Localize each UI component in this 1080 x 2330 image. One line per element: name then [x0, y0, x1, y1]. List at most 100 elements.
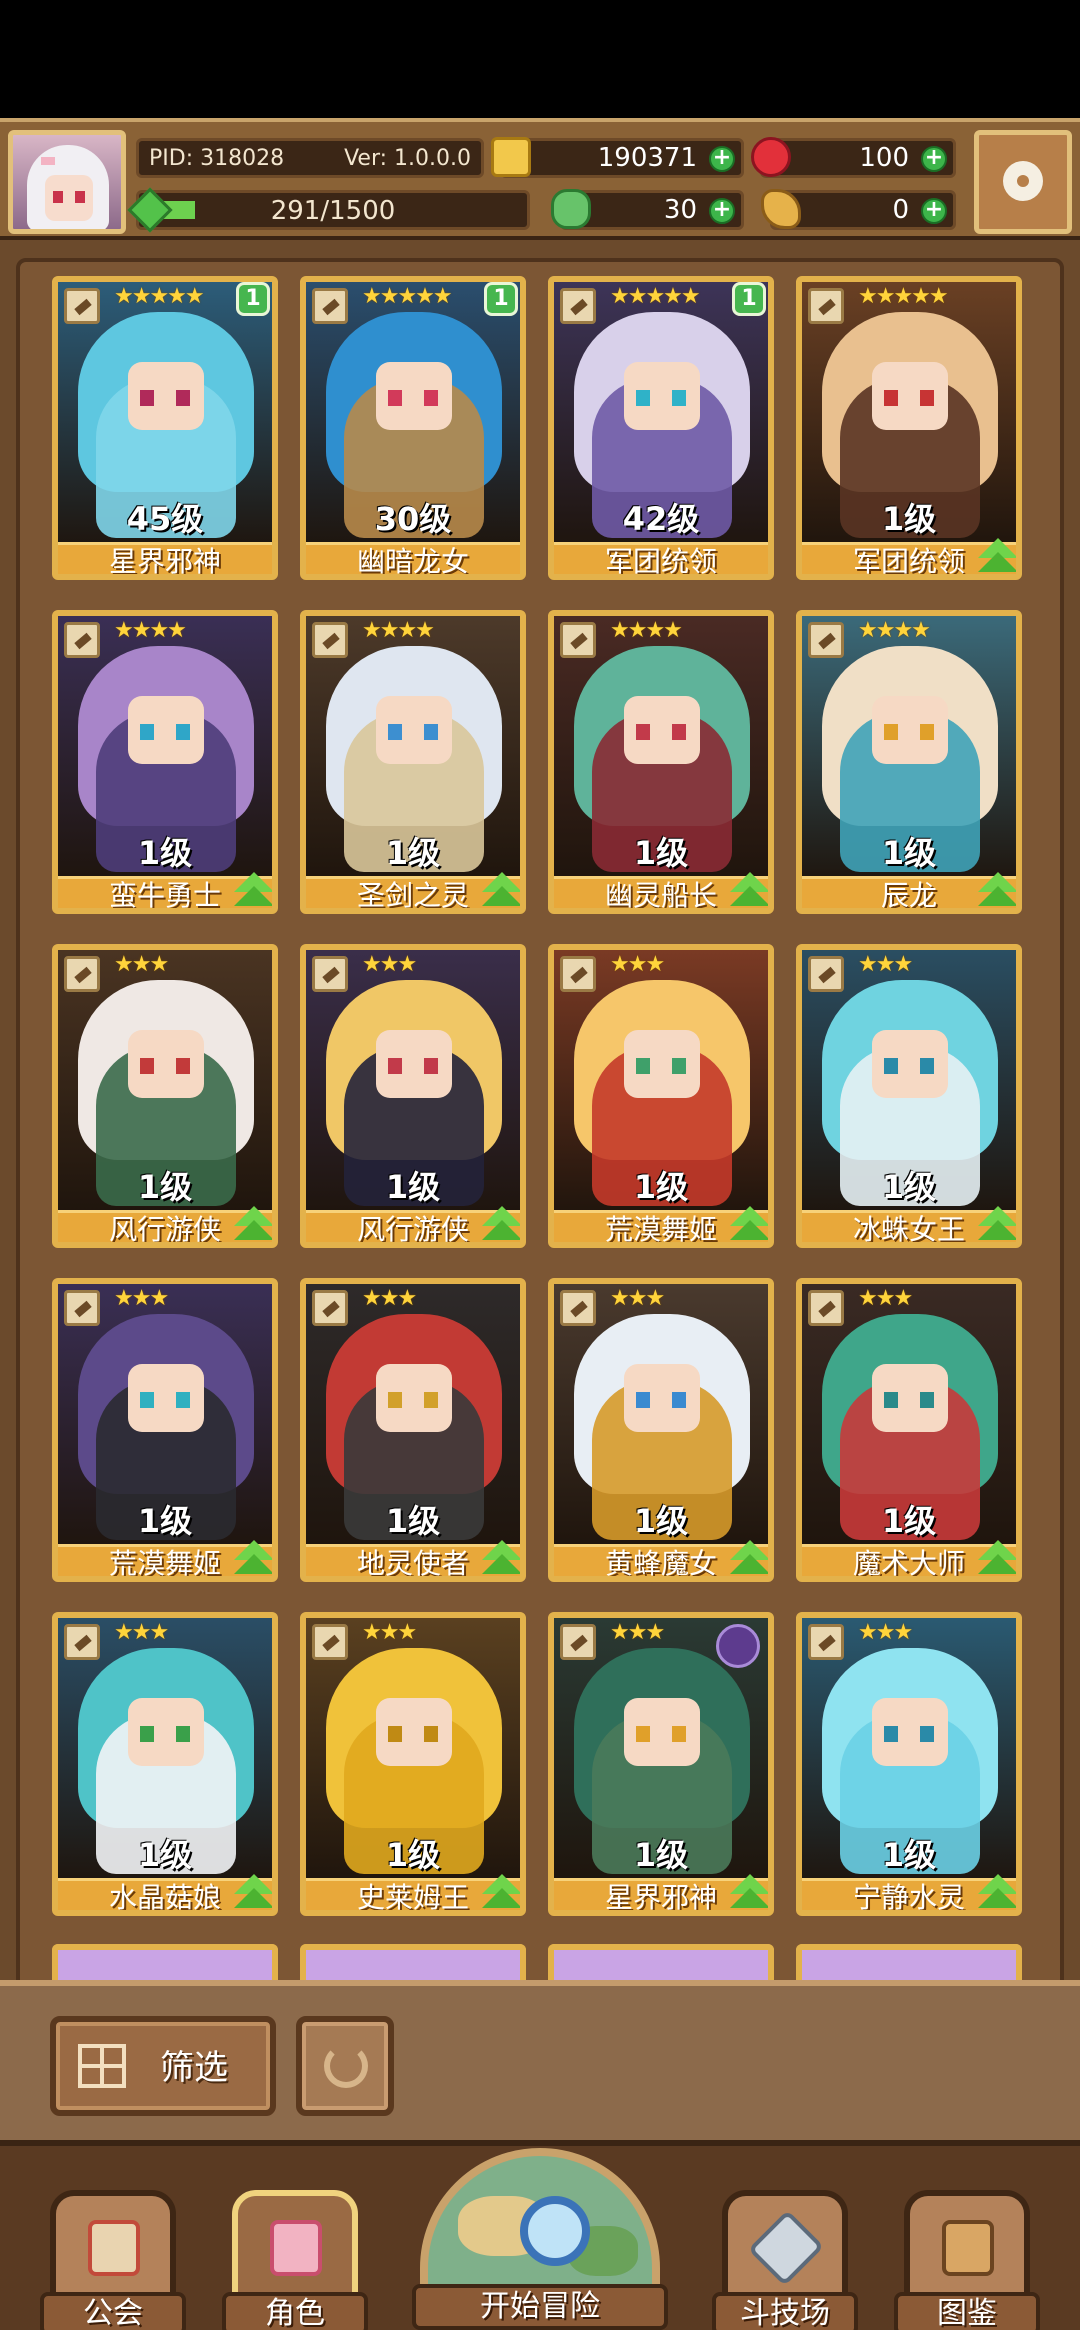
character-name: 星界邪神 — [58, 542, 272, 574]
upgrade-arrow-icon — [480, 1202, 520, 1242]
character-card[interactable]: ★★★ 1级 黄蜂魔女 — [548, 1278, 774, 1582]
character-card[interactable]: ★★★★★ 1级 军团统领 — [796, 276, 1022, 580]
weapon-type-icon — [312, 622, 348, 658]
upgrade-arrow-icon — [232, 1202, 272, 1242]
nav-character-label: 角色 — [222, 2292, 368, 2330]
weapon-type-icon — [312, 956, 348, 992]
count-badge: 1 — [484, 282, 518, 316]
star-rating: ★★★ — [362, 952, 417, 977]
weapon-type-icon — [64, 1290, 100, 1326]
grid-icon — [78, 2044, 126, 2088]
count-badge: 1 — [236, 282, 270, 316]
character-card[interactable]: ★★★★★ 1 30级幽暗龙女 — [300, 276, 526, 580]
upgrade-arrow-icon — [480, 1870, 520, 1910]
refresh-button[interactable] — [296, 2016, 394, 2116]
clover-icon — [551, 189, 591, 229]
player-avatar[interactable] — [8, 130, 126, 234]
start-adventure-button[interactable]: 开始冒险 — [412, 2142, 668, 2330]
weapon-type-icon — [560, 956, 596, 992]
character-card[interactable]: ★★★ 1级 荒漠舞姬 — [52, 1278, 278, 1582]
character-card[interactable]: ★★★★★ 1 42级 军团统领 — [548, 276, 774, 580]
character-card[interactable]: ★★★★★ 1 45级 星界邪神 — [52, 276, 278, 580]
bread-counter: 0 + — [761, 189, 956, 230]
partial-card[interactable] — [300, 1944, 526, 1980]
partial-card[interactable] — [796, 1944, 1022, 1980]
character-card[interactable]: ★★★★ 1级 幽灵船长 — [548, 610, 774, 914]
star-rating: ★★★★ — [858, 618, 931, 643]
star-rating: ★★★ — [858, 952, 913, 977]
weapon-type-icon — [808, 1290, 844, 1326]
upgrade-arrow-icon — [480, 868, 520, 908]
nav-character[interactable]: 角色 — [222, 2190, 368, 2330]
weapon-type-icon — [64, 288, 100, 324]
weapon-type-icon — [560, 622, 596, 658]
character-card[interactable]: ★★★★ 1级 辰龙 — [796, 610, 1022, 914]
gold-value: 190371 — [597, 143, 697, 173]
settings-button[interactable] — [974, 130, 1072, 234]
add-gold-button[interactable]: + — [709, 146, 735, 172]
character-card[interactable]: ★★★ 1级 荒漠舞姬 — [548, 944, 774, 1248]
star-rating: ★★★ — [610, 1286, 665, 1311]
weapon-type-icon — [808, 622, 844, 658]
partial-card[interactable] — [548, 1944, 774, 1980]
star-rating: ★★★ — [362, 1620, 417, 1645]
add-clover-button[interactable]: + — [709, 198, 735, 224]
add-gem-button[interactable]: + — [921, 146, 947, 172]
character-card[interactable]: ★★★ 1级 风行游侠 — [52, 944, 278, 1248]
upgrade-arrow-icon — [232, 868, 272, 908]
star-rating: ★★★ — [362, 1286, 417, 1311]
character-card[interactable]: ★★★ 1级 史莱姆王 — [300, 1612, 526, 1916]
star-rating: ★★★★ — [610, 618, 683, 643]
character-card[interactable]: ★★★★ 1级 圣剑之灵 — [300, 610, 526, 914]
character-card[interactable]: ★★★ 1级 星界邪神 — [548, 1612, 774, 1916]
character-card[interactable]: ★★★ 1级 冰蛛女王 — [796, 944, 1022, 1248]
star-rating: ★★★★★ — [362, 284, 453, 309]
star-rating: ★★★★★ — [610, 284, 701, 309]
star-rating: ★★★ — [114, 952, 169, 977]
gem-value: 100 — [859, 143, 909, 173]
weapon-type-icon — [312, 288, 348, 324]
upgrade-arrow-icon — [728, 868, 768, 908]
star-rating: ★★★ — [114, 1286, 169, 1311]
character-card[interactable]: ★★★★ 1级 蛮牛勇士 — [52, 610, 278, 914]
weapon-type-icon — [560, 1624, 596, 1660]
character-card[interactable]: ★★★ 1级 地灵使者 — [300, 1278, 526, 1582]
character-name: 军团统领 — [554, 542, 768, 574]
character-card[interactable]: ★★★ 1级 水晶菇娘 — [52, 1612, 278, 1916]
nav-guild-label: 公会 — [40, 2292, 186, 2330]
upgrade-arrow-icon — [728, 1536, 768, 1576]
weapon-type-icon — [312, 1624, 348, 1660]
add-bread-button[interactable]: + — [921, 198, 947, 224]
character-name: 幽暗龙女 — [306, 542, 520, 574]
xp-bar: 291/1500 — [136, 190, 530, 230]
partial-card[interactable] — [52, 1944, 278, 1980]
star-rating: ★★★★ — [362, 618, 435, 643]
nav-guild[interactable]: 公会 — [40, 2190, 186, 2330]
crossed-swords-icon — [747, 2209, 825, 2287]
filter-label: 筛选 — [160, 2048, 228, 2088]
star-rating: ★★★★★ — [114, 284, 205, 309]
nav-codex-label: 图鉴 — [894, 2292, 1040, 2330]
upgrade-arrow-icon — [728, 1870, 768, 1910]
weapon-type-icon — [808, 956, 844, 992]
upgrade-arrow-icon — [976, 1202, 1016, 1242]
star-rating: ★★★★★ — [858, 284, 949, 309]
nav-arena[interactable]: 斗技场 — [712, 2190, 858, 2330]
weapon-type-icon — [64, 622, 100, 658]
character-level: 30级 — [374, 500, 452, 538]
upgrade-arrow-icon — [728, 1202, 768, 1242]
gear-icon — [1003, 161, 1043, 201]
upgrade-arrow-icon — [480, 1536, 520, 1576]
filter-button[interactable]: 筛选 — [50, 2016, 276, 2116]
upgrade-arrow-icon — [232, 1870, 272, 1910]
nav-codex[interactable]: 图鉴 — [894, 2190, 1040, 2330]
magnifier-icon — [520, 2196, 590, 2266]
weapon-type-icon — [64, 956, 100, 992]
xp-text: 291/1500 — [270, 196, 396, 226]
star-rating: ★★★★ — [114, 618, 187, 643]
character-card[interactable]: ★★★ 1级 风行游侠 — [300, 944, 526, 1248]
character-card[interactable]: ★★★ 1级 魔术大师 — [796, 1278, 1022, 1582]
star-rating: ★★★ — [858, 1620, 913, 1645]
upgrade-arrow-icon — [976, 1536, 1016, 1576]
character-card[interactable]: ★★★ 1级 宁静水灵 — [796, 1612, 1022, 1916]
